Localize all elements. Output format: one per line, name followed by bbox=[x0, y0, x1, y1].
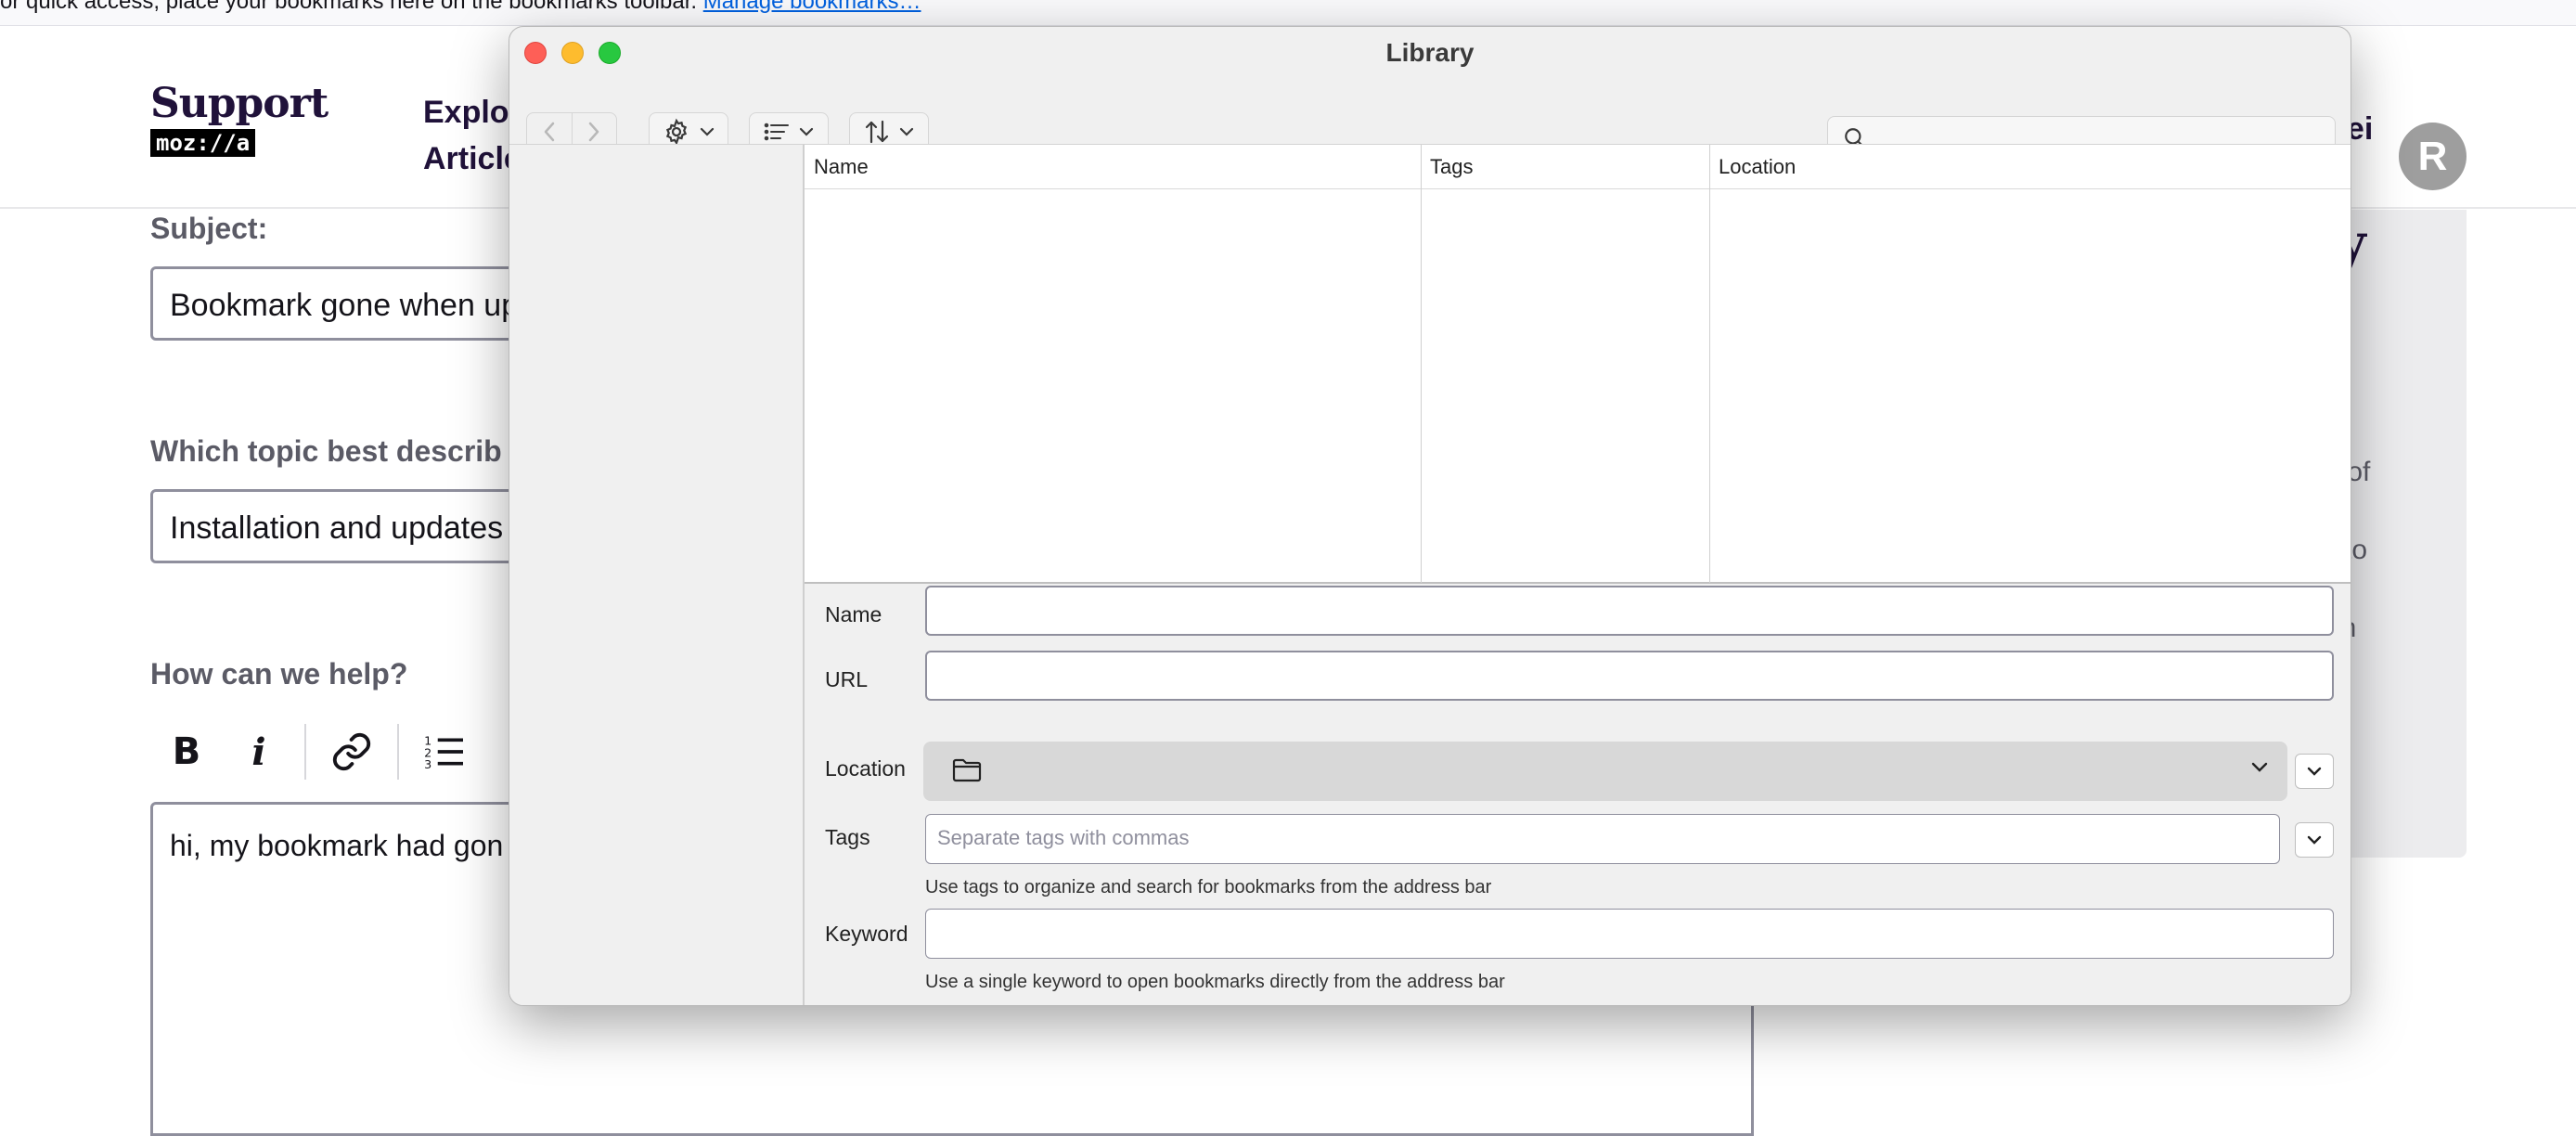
bookmarks-table[interactable]: Name Tags Location bbox=[805, 144, 2351, 584]
help-label: How can we help? bbox=[150, 657, 408, 691]
tags-label: Tags bbox=[825, 825, 870, 849]
forward-arrow-icon bbox=[589, 122, 599, 142]
tags-hint: Use tags to organize and search for book… bbox=[925, 877, 1492, 897]
italic-icon: i bbox=[251, 729, 266, 774]
library-window: Library Name Tags Location Name URL Loca… bbox=[509, 26, 2351, 1006]
chevron-down-icon bbox=[799, 127, 814, 136]
tags-field[interactable]: Separate tags with commas bbox=[925, 814, 2280, 864]
link-icon bbox=[332, 732, 371, 771]
name-field[interactable] bbox=[925, 586, 2334, 636]
column-header-name[interactable]: Name bbox=[805, 145, 1421, 189]
maximize-icon[interactable] bbox=[599, 42, 621, 64]
support-logo[interactable]: Support moz://a bbox=[150, 80, 328, 157]
url-label: URL bbox=[825, 667, 869, 691]
bookmarks-toolbar-message: or quick access, place your bookmarks he… bbox=[0, 0, 698, 14]
window-title: Library bbox=[1385, 38, 1475, 67]
avatar[interactable]: R bbox=[2399, 123, 2467, 190]
close-icon[interactable] bbox=[524, 42, 547, 64]
bold-icon: B bbox=[172, 730, 201, 773]
bookmark-details-pane: Name URL Location Tags Separate tags wit… bbox=[805, 584, 2351, 1005]
column-header-tags[interactable]: Tags bbox=[1421, 145, 1709, 189]
chevron-down-icon bbox=[2307, 835, 2322, 845]
column-divider[interactable] bbox=[1421, 145, 1422, 583]
chevron-down-icon bbox=[899, 127, 914, 136]
link-button[interactable] bbox=[316, 719, 388, 784]
minimize-icon[interactable] bbox=[561, 42, 584, 64]
toolbar-divider bbox=[397, 724, 399, 780]
topic-label: Which topic best describ bbox=[150, 434, 502, 468]
bookmarks-toolbar: or quick access, place your bookmarks he… bbox=[0, 0, 2576, 26]
nav-item-articles[interactable]: Article bbox=[423, 136, 522, 182]
location-select[interactable] bbox=[923, 742, 2287, 801]
location-label: Location bbox=[825, 756, 906, 781]
chevron-down-icon bbox=[2307, 767, 2322, 776]
manage-bookmarks-link[interactable]: Manage bookmarks… bbox=[703, 0, 921, 14]
sort-icon bbox=[865, 120, 889, 144]
toolbar-divider bbox=[304, 724, 306, 780]
folder-icon bbox=[952, 758, 982, 782]
mozilla-badge: moz://a bbox=[150, 129, 256, 157]
editor-toolbar: B i 123 bbox=[150, 715, 481, 789]
keyword-label: Keyword bbox=[825, 922, 908, 946]
chevron-down-icon bbox=[2251, 762, 2268, 772]
logo-text: Support bbox=[150, 80, 328, 127]
list-view-icon bbox=[764, 123, 789, 141]
name-label: Name bbox=[825, 602, 882, 626]
url-field[interactable] bbox=[925, 651, 2334, 701]
column-divider[interactable] bbox=[1709, 145, 1710, 583]
nav-item-explore[interactable]: Explor bbox=[423, 89, 522, 136]
subject-label: Subject: bbox=[150, 212, 268, 245]
numbered-list-button[interactable]: 123 bbox=[408, 719, 481, 784]
expand-folders-button[interactable] bbox=[2295, 754, 2334, 789]
keyword-hint: Use a single keyword to open bookmarks d… bbox=[925, 972, 1505, 992]
keyword-field[interactable] bbox=[925, 909, 2334, 959]
gear-icon bbox=[665, 118, 688, 146]
italic-button[interactable]: i bbox=[223, 719, 295, 784]
svg-text:3: 3 bbox=[424, 757, 431, 770]
column-header-location[interactable]: Location bbox=[1709, 145, 2351, 189]
back-arrow-icon bbox=[544, 122, 554, 142]
chevron-down-icon bbox=[700, 127, 715, 136]
main-nav: Explor Article bbox=[423, 89, 522, 182]
numbered-list-icon: 123 bbox=[424, 734, 463, 770]
folder-tree[interactable] bbox=[509, 144, 805, 1005]
expand-tags-button[interactable] bbox=[2295, 822, 2334, 858]
bold-button[interactable]: B bbox=[150, 719, 223, 784]
